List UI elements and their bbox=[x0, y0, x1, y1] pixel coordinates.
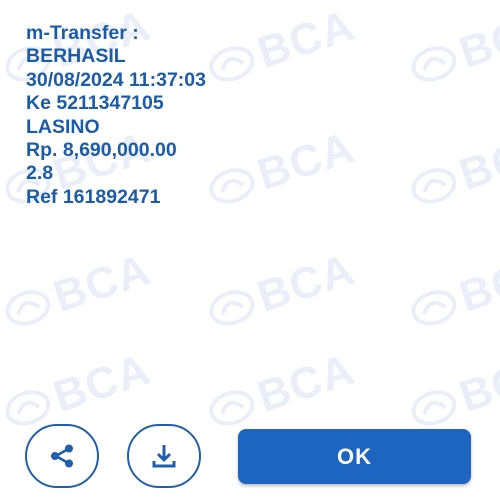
bca-watermark-text: BCA bbox=[251, 122, 361, 200]
bca-logo-icon bbox=[209, 46, 255, 82]
receipt-title: m-Transfer : bbox=[26, 22, 139, 44]
bca-logo-icon bbox=[411, 46, 457, 82]
download-button[interactable] bbox=[127, 424, 201, 488]
bca-logo-icon bbox=[411, 168, 457, 204]
receipt-destination-account: Ke 5211347105 bbox=[26, 92, 164, 115]
transfer-receipt: m-Transfer : BERHASIL 30/08/2024 11:37:0… bbox=[26, 22, 206, 209]
bca-logo-icon bbox=[209, 290, 255, 326]
download-icon bbox=[152, 445, 176, 468]
bca-watermark: BCA bbox=[202, 245, 360, 339]
bca-watermark-text: BCA bbox=[251, 344, 361, 422]
receipt-note: 2.8 bbox=[26, 162, 54, 185]
bca-watermark: BCA bbox=[404, 245, 500, 339]
receipt-recipient-name: LASINO bbox=[26, 115, 100, 138]
bca-logo-icon bbox=[5, 290, 51, 326]
ok-button[interactable]: OK bbox=[238, 429, 471, 484]
bca-watermark-text: BCA bbox=[251, 0, 361, 78]
bca-watermark-text: BCA bbox=[47, 244, 157, 322]
bca-watermark-text: BCA bbox=[453, 122, 500, 200]
bca-watermark: BCA bbox=[202, 123, 360, 217]
receipt-status: BERHASIL bbox=[26, 45, 126, 68]
receipt-datetime: 30/08/2024 11:37:03 bbox=[26, 68, 206, 91]
bca-logo-icon bbox=[209, 390, 255, 426]
bca-watermark-text: BCA bbox=[453, 344, 500, 422]
ok-button-label: OK bbox=[337, 443, 372, 469]
bca-logo-icon bbox=[5, 390, 51, 426]
share-icon bbox=[51, 444, 73, 468]
bca-watermark: BCA bbox=[404, 123, 500, 217]
bca-logo-icon bbox=[411, 290, 457, 326]
bca-watermark-text: BCA bbox=[251, 244, 361, 322]
receipt-reference: Ref 161892471 bbox=[26, 185, 161, 208]
bca-watermark-text: BCA bbox=[47, 344, 157, 422]
bca-watermark: BCA bbox=[0, 245, 157, 339]
bca-watermark-text: BCA bbox=[453, 0, 500, 78]
receipt-amount: Rp. 8,690,000.00 bbox=[26, 139, 177, 162]
bca-watermark: BCA bbox=[0, 345, 157, 439]
bca-watermark: BCA bbox=[202, 345, 360, 439]
share-button[interactable] bbox=[25, 424, 99, 488]
bca-watermark: BCA bbox=[404, 1, 500, 95]
bca-watermark: BCA bbox=[202, 1, 360, 95]
bca-watermark: BCA bbox=[404, 345, 500, 439]
bca-logo-icon bbox=[209, 168, 255, 204]
bca-watermark-text: BCA bbox=[453, 244, 500, 322]
bca-logo-icon bbox=[411, 390, 457, 426]
